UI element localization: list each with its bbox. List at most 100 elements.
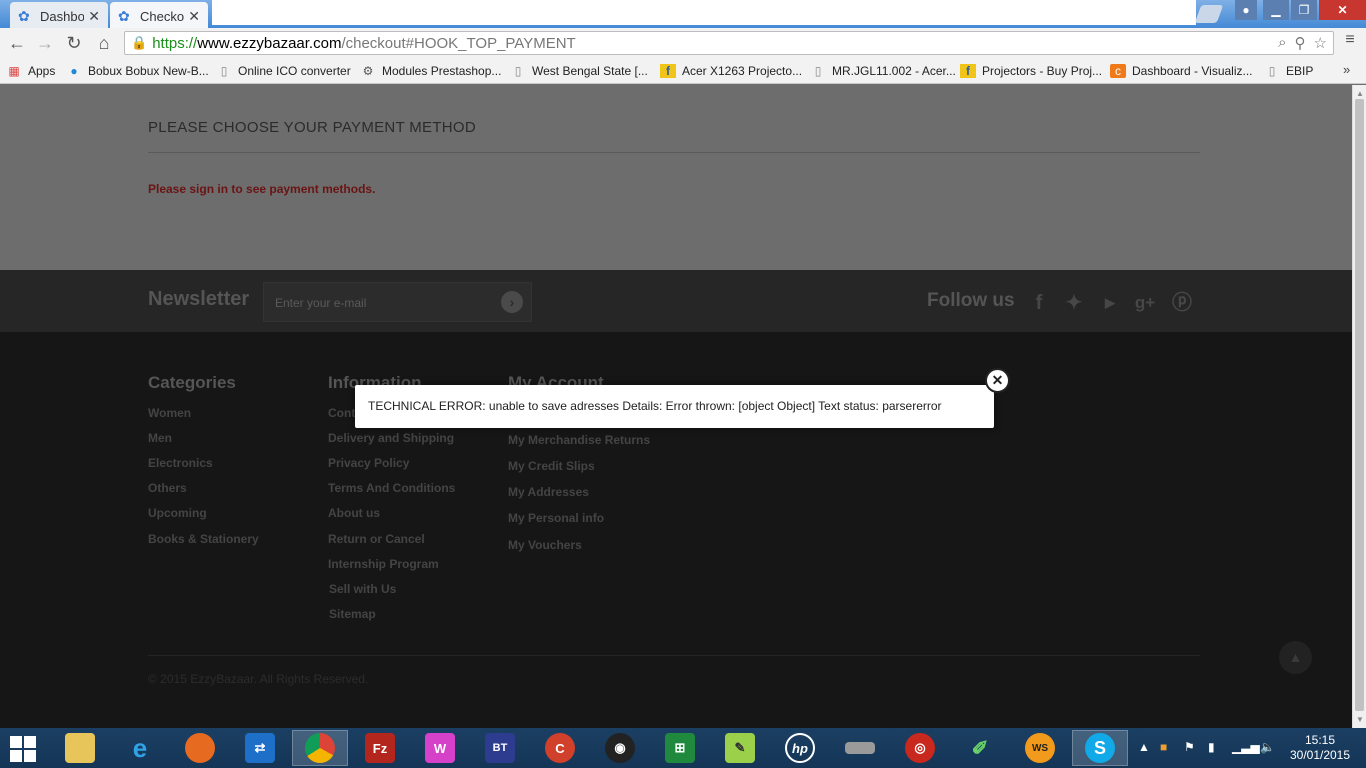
excel-icon[interactable]: ⊞ (652, 730, 708, 766)
bookmark-item[interactable]: ▯ Online ICO converter (216, 62, 351, 80)
windows-start-button[interactable] (6, 734, 42, 762)
bookmark-item[interactable]: c Dashboard - Visualiz... (1110, 62, 1253, 80)
pinterest-icon[interactable]: ⓟ (1170, 291, 1194, 315)
bookmark-item[interactable]: ⚙ Modules Prestashop... (360, 62, 502, 80)
bookmark-label: EBIP (1286, 64, 1314, 78)
extension-icon[interactable]: ⚲ (1295, 34, 1306, 52)
google-plus-icon[interactable]: g+ (1133, 291, 1157, 315)
flipkart-icon: f (960, 64, 976, 78)
footer-link[interactable]: Cont (328, 406, 355, 420)
footer-link[interactable]: About us (328, 506, 380, 520)
footer-link[interactable]: Sitemap (329, 607, 376, 621)
scroll-down-icon[interactable]: ▼ (1356, 715, 1364, 724)
marker-icon[interactable]: ✐ (952, 730, 1008, 766)
bookmark-item[interactable]: f Acer X1263 Projecto... (660, 62, 802, 80)
footer-link[interactable]: Men (148, 431, 172, 445)
bookmark-item[interactable]: ▯ EBIP (1264, 62, 1314, 80)
star-icon[interactable]: ☆ (1314, 34, 1327, 52)
forward-icon[interactable]: → (34, 32, 56, 54)
bittorrent-icon[interactable]: BT (472, 730, 528, 766)
scroll-up-icon[interactable]: ▲ (1356, 89, 1364, 98)
footer-link[interactable]: Women (148, 406, 191, 420)
footer-link[interactable]: Return or Cancel (328, 532, 425, 546)
bookmark-item[interactable]: ▯ MR.JGL11.002 - Acer... (810, 62, 956, 80)
bookmark-label: Online ICO converter (238, 64, 351, 78)
action-center-flag-icon[interactable]: ⚑ (1184, 740, 1195, 754)
firewall-icon[interactable]: ◎ (892, 730, 948, 766)
teamviewer-icon[interactable]: ⇄ (232, 730, 288, 766)
footer-link[interactable]: Books & Stationery (148, 532, 259, 546)
footer-link[interactable]: Terms And Conditions (328, 481, 455, 495)
hp-icon[interactable]: hp (772, 730, 828, 766)
show-hidden-icons-icon[interactable]: ▲ (1138, 740, 1150, 754)
filezilla-icon[interactable]: Fz (352, 730, 408, 766)
footer-link[interactable]: Sell with Us (329, 582, 396, 596)
butterfly-icon: ✿ (18, 8, 30, 24)
network-icon[interactable]: ▁▃▅ (1232, 740, 1260, 754)
window-close-button[interactable]: ✕ (1319, 0, 1366, 20)
bobux-icon: ● (70, 64, 78, 78)
chrome-icon[interactable] (292, 730, 348, 766)
youtube-icon[interactable]: ▶ (1098, 291, 1122, 315)
twitter-icon[interactable]: ✦ (1062, 291, 1086, 315)
dashboard-icon: c (1110, 64, 1126, 78)
close-icon[interactable]: ✕ (985, 368, 1010, 393)
url-path: /checkout#HOOK_TOP_PAYMENT (341, 34, 576, 52)
bookmark-item[interactable]: ● Bobux Bobux New-B... (66, 62, 208, 80)
bookmarks-overflow-button[interactable]: » (1343, 62, 1350, 77)
firefox-icon[interactable] (172, 730, 228, 766)
footer-link[interactable]: My Merchandise Returns (508, 433, 650, 447)
volume-icon[interactable]: 🔈 (1260, 740, 1275, 754)
clock-date: 30/01/2015 (1289, 748, 1351, 762)
footer-link[interactable]: Delivery and Shipping (328, 431, 454, 445)
submit-arrow-icon[interactable]: › (501, 291, 523, 313)
footer-link[interactable]: My Addresses (508, 485, 589, 499)
battery-icon[interactable]: ▮ (1208, 740, 1215, 754)
footer-link[interactable]: My Vouchers (508, 538, 582, 552)
footer-link[interactable]: Privacy Policy (328, 456, 409, 470)
footer-link[interactable]: Upcoming (148, 506, 207, 520)
footer-link[interactable]: Internship Program (328, 557, 439, 571)
footer-link[interactable]: Electronics (148, 456, 213, 470)
close-icon[interactable]: ✕ (188, 8, 200, 25)
footer-link[interactable]: My Credit Slips (508, 459, 595, 473)
search-icon[interactable]: ⌕ (1278, 34, 1286, 52)
scanner-icon[interactable] (832, 730, 888, 766)
internet-explorer-icon[interactable]: e (112, 730, 168, 766)
bookmark-item[interactable]: f Projectors - Buy Proj... (960, 62, 1102, 80)
facebook-icon[interactable]: f (1027, 291, 1051, 315)
footer-link[interactable]: Others (148, 481, 187, 495)
reload-icon[interactable]: ↻ (63, 32, 85, 54)
bookmark-item[interactable]: ▦ Apps (6, 62, 55, 80)
tab-checkout[interactable]: ✿ Checko ✕ (110, 2, 208, 30)
camera-app-icon[interactable]: ◉ (592, 730, 648, 766)
notification-app-icon[interactable]: ■ (1160, 740, 1167, 754)
ccleaner-icon[interactable]: C (532, 730, 588, 766)
user-icon[interactable]: ● (1235, 0, 1257, 20)
back-icon[interactable]: ← (6, 32, 28, 54)
page-scrollbar[interactable]: ▲ ▼ (1352, 85, 1366, 728)
scrollbar-thumb[interactable] (1355, 99, 1364, 711)
newsletter-bar: Newsletter Enter your e-mail › Follow us… (0, 270, 1352, 332)
minimize-button[interactable]: ▁ (1263, 0, 1289, 20)
notepad-plus-plus-icon[interactable]: ✎ (712, 730, 768, 766)
butterfly-icon: ✿ (118, 8, 130, 24)
address-bar[interactable]: 🔒 https://www.ezzybazaar.com/checkout#HO… (124, 31, 1334, 55)
menu-icon[interactable]: ≡ (1340, 31, 1360, 55)
newsletter-email-field[interactable]: Enter your e-mail › (263, 282, 532, 322)
scroll-to-top-button[interactable]: ▲ (1279, 641, 1312, 674)
bookmark-item[interactable]: ▯ West Bengal State [... (510, 62, 648, 80)
footer-link[interactable]: My Personal info (508, 511, 604, 525)
webstorm-icon[interactable]: WS (1012, 730, 1068, 766)
payment-title: PLEASE CHOOSE YOUR PAYMENT METHOD (148, 119, 477, 136)
home-icon[interactable]: ⌂ (93, 32, 115, 54)
file-explorer-icon[interactable] (52, 730, 108, 766)
payment-section: PLEASE CHOOSE YOUR PAYMENT METHOD Please… (0, 85, 1352, 270)
tab-dashboard[interactable]: ✿ Dashbo ✕ (10, 2, 108, 30)
system-clock[interactable]: 15:15 30/01/2015 (1288, 733, 1352, 763)
wamp-icon[interactable]: W (412, 730, 468, 766)
close-icon[interactable]: ✕ (88, 8, 100, 25)
skype-icon[interactable]: S (1072, 730, 1128, 766)
restore-button[interactable]: ❐ (1291, 0, 1317, 20)
taskbar: e ⇄ Fz W BT C ◉ ⊞ ✎ hp ◎ ✐ WS S ▲ ■ ⚑ ▮ … (0, 728, 1366, 768)
